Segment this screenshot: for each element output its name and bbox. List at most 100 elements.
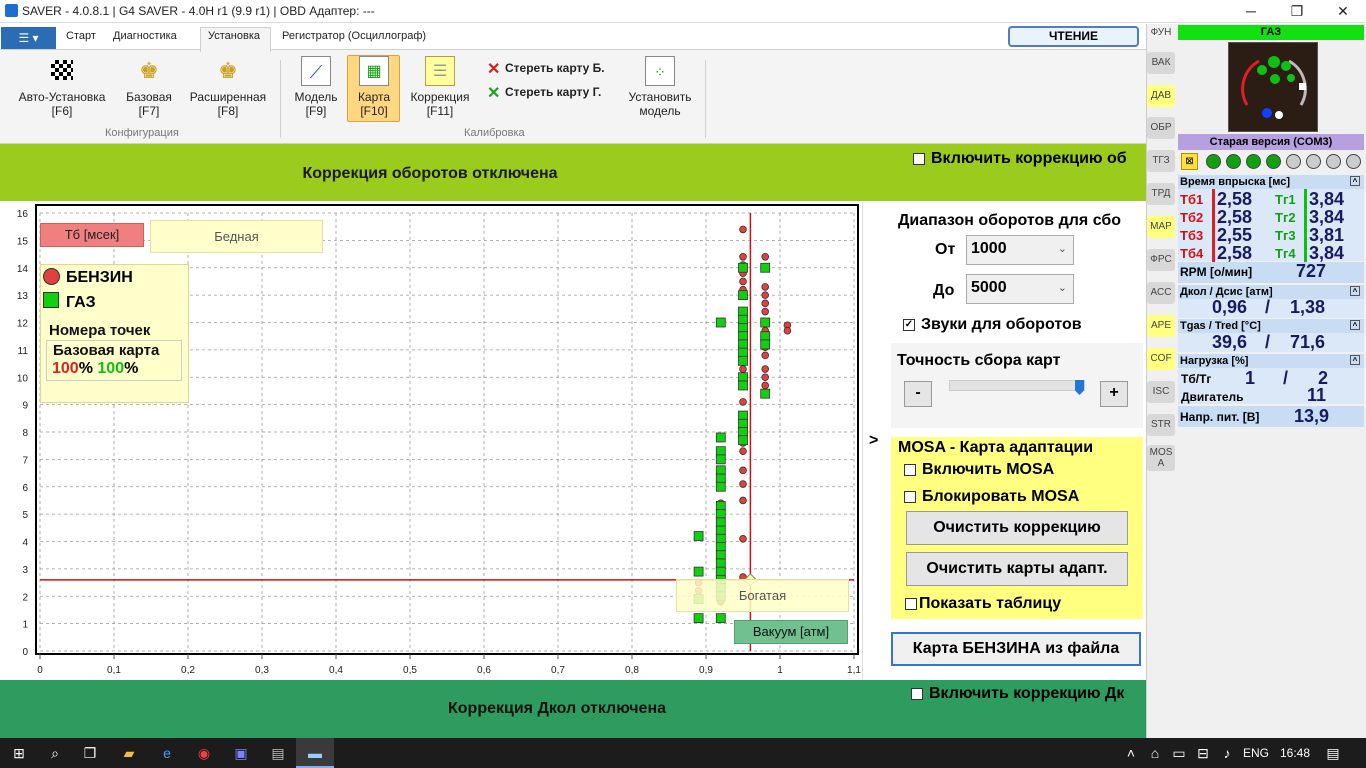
benzin-point (761, 291, 769, 299)
gaz-point (738, 331, 748, 342)
tray-device-icon[interactable]: ⌂ (1146, 744, 1164, 762)
volume-icon[interactable]: ♪ (1218, 744, 1236, 762)
sidenav-vak[interactable]: ВАК (1147, 52, 1175, 74)
pinned-app-icon[interactable]: ▤ (269, 744, 287, 762)
sidenav-isc[interactable]: ISC (1147, 381, 1175, 403)
minimize-button[interactable]: ─ (1228, 0, 1274, 23)
rpm-from-select[interactable]: 1000 ⌄ (966, 235, 1074, 265)
collapse-icon[interactable]: ^ (1350, 320, 1360, 330)
enable-dkol-correction-checkbox[interactable]: Включить коррекцию Дк (911, 685, 1124, 703)
sounds-checkbox[interactable]: ✓ Звуки для оборотов (903, 316, 1082, 334)
clear-adapt-maps-button[interactable]: Очистить карты адапт. (906, 552, 1128, 586)
pct-sign-2: % (124, 360, 139, 377)
sidenav-mosa[interactable]: MOS A (1147, 445, 1175, 471)
sidenav-map[interactable]: MAP (1147, 216, 1175, 238)
tb4-value: 2,58 (1212, 243, 1252, 264)
erase-map-b-button[interactable]: Стереть карту Б. (505, 61, 605, 75)
menu-button[interactable]: ☰ ▾ (1, 27, 56, 49)
rpm-label: RPM [о/мин] (1180, 265, 1253, 279)
advanced-label: Расширенная (189, 90, 267, 104)
legend-gaz-marker (43, 292, 59, 308)
joystick-advanced-icon: ♚ (218, 58, 238, 83)
basic-button[interactable]: ♚ Базовая [F7] (104, 56, 194, 118)
joystick-icon: ♚ (139, 58, 159, 83)
ie-icon[interactable]: e (158, 744, 176, 762)
collapse-icon[interactable]: ^ (1350, 176, 1360, 186)
set-model-button[interactable]: ⁘ Установить модель (615, 56, 705, 118)
sounds-label: Звуки для оборотов (921, 316, 1082, 333)
auto-setup-key: [F6] (51, 104, 73, 118)
sidenav-obr[interactable]: ОБР (1147, 117, 1175, 139)
file-explorer-icon[interactable]: ▰ (120, 744, 138, 762)
sidenav-frs[interactable]: ФРС (1147, 249, 1175, 271)
precision-minus-button[interactable]: - (904, 381, 932, 407)
checkered-flag-icon (51, 60, 73, 80)
sidenav-fun[interactable]: ФУН (1147, 22, 1175, 44)
gaz-point (715, 550, 726, 561)
gaz-point (715, 501, 726, 511)
gaz-point (738, 323, 748, 333)
erase-map-g-button[interactable]: Стереть карту Г. (505, 85, 601, 99)
close-button[interactable]: ✕ (1320, 0, 1366, 23)
collapse-icon[interactable]: ^ (1350, 286, 1360, 296)
benzin-point (739, 277, 747, 286)
checkbox-box[interactable] (905, 597, 917, 610)
correction-button[interactable]: ☰ Коррекция [F11] (395, 56, 485, 118)
tab-setup[interactable]: Установка (208, 30, 260, 42)
tab-start[interactable]: Старт (66, 30, 96, 42)
checkbox-box[interactable] (904, 463, 916, 476)
checkbox-box[interactable] (913, 152, 925, 165)
windows-start-icon[interactable]: ⊞ (10, 744, 28, 762)
language-indicator[interactable]: ENG (1243, 746, 1269, 760)
switch-mode-icon[interactable]: ⊠ (1181, 153, 1198, 170)
percent-row: 100% 100% (52, 360, 138, 378)
y-tick-label: 3 (22, 565, 28, 576)
enable-rpm-correction-checkbox[interactable]: Включить коррекцию об (913, 150, 1127, 168)
checkbox-box[interactable] (904, 490, 916, 503)
expand-panel-button[interactable]: > (869, 432, 878, 450)
group-calib-label: Калибровка (464, 127, 525, 139)
block-mosa-checkbox[interactable]: Блокировать MOSA (904, 488, 1079, 506)
auto-setup-button[interactable]: Авто-Установка [F6] (17, 56, 107, 118)
tab-diagnostics[interactable]: Диагностика (113, 30, 177, 42)
checkbox-box[interactable] (911, 687, 923, 700)
gaz-point (715, 509, 726, 520)
sidenav-dav[interactable]: ДАВ (1147, 85, 1175, 107)
collapse-icon[interactable]: ^ (1350, 355, 1360, 365)
petrol-map-from-file-button[interactable]: Карта БЕНЗИНА из файла (891, 632, 1141, 666)
sidenav-tgz[interactable]: ТГЗ (1147, 150, 1175, 172)
network-icon[interactable]: ⊟ (1194, 744, 1212, 762)
app-icon (5, 4, 18, 17)
clear-correction-button[interactable]: Очистить коррекцию (906, 511, 1128, 545)
status-lamp-6 (1306, 154, 1321, 169)
precision-slider-track[interactable] (949, 380, 1085, 391)
advanced-button[interactable]: ♚ Расширенная [F8] (183, 56, 273, 118)
sidenav-trd[interactable]: ТРД (1147, 183, 1175, 205)
precision-plus-button[interactable]: + (1100, 381, 1128, 407)
chrome-icon[interactable]: ◉ (195, 744, 213, 762)
save-app-icon[interactable]: ▣ (232, 744, 250, 762)
task-view-icon[interactable]: ❐ (81, 744, 99, 762)
tab-recorder[interactable]: Регистратор (Осциллограф) (282, 30, 426, 42)
read-button[interactable]: ЧТЕНИЕ (1008, 26, 1139, 47)
sidenav-str[interactable]: STR (1147, 414, 1175, 436)
map-key: [F10] (360, 104, 388, 118)
fuel-mode-indicator: ГАЗ (1178, 25, 1364, 40)
maximize-button[interactable]: ❐ (1274, 0, 1320, 23)
tray-chevron-icon[interactable]: ˄ (1122, 744, 1140, 762)
clock[interactable]: 16:48 (1280, 746, 1310, 760)
table-icon: ☰ (425, 56, 455, 86)
checkbox-checked[interactable]: ✓ (903, 318, 915, 331)
ribbon-separator-2 (705, 60, 706, 138)
search-icon[interactable]: ⌕ (46, 744, 64, 762)
notifications-icon[interactable]: ▤ (1324, 744, 1342, 762)
sidenav-acc[interactable]: АСС (1147, 282, 1175, 304)
battery-icon[interactable]: ▭ (1170, 744, 1188, 762)
rpm-to-select[interactable]: 5000 ⌄ (966, 274, 1074, 304)
show-table-checkbox[interactable]: Показать таблицу (905, 595, 1061, 613)
gaz-point (715, 525, 726, 536)
sidenav-cof[interactable]: COF (1147, 348, 1175, 370)
enable-mosa-checkbox[interactable]: Включить MOSA (904, 461, 1054, 479)
sidenav-ape[interactable]: АРЕ (1147, 315, 1175, 337)
gaz-point (693, 531, 704, 541)
